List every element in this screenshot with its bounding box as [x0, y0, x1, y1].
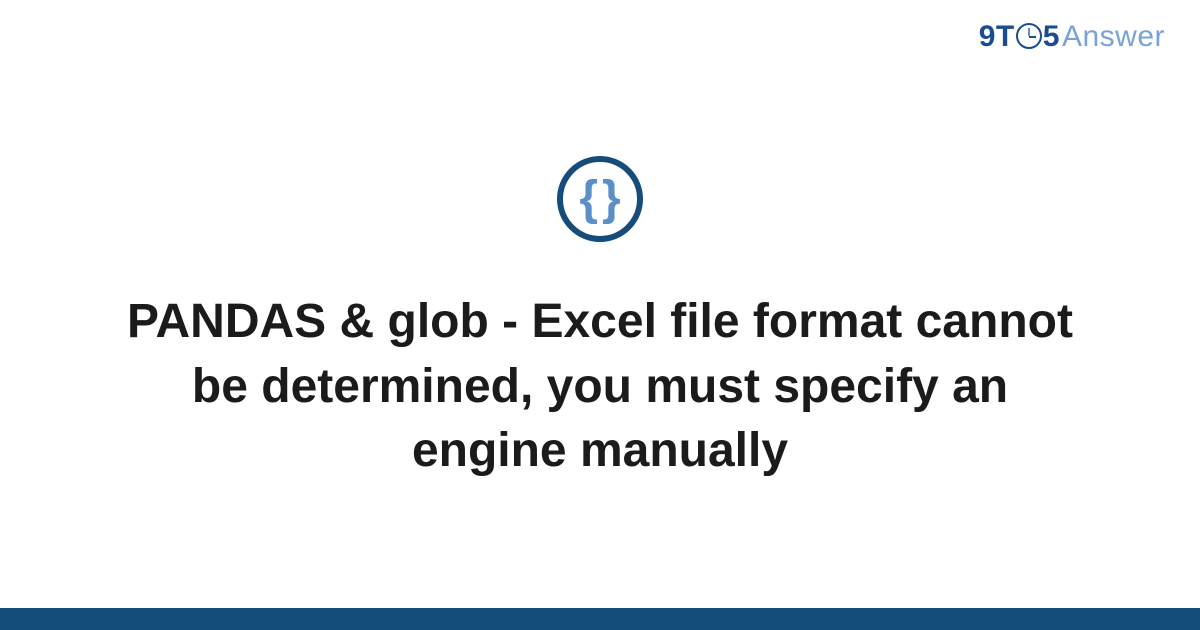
main-content: { } PANDAS & glob - Excel file format ca… [0, 0, 1200, 630]
brace-right: } [602, 175, 621, 223]
brace-left: { [579, 175, 598, 223]
category-icon-circle: { } [557, 156, 643, 242]
page-title: PANDAS & glob - Excel file format cannot… [110, 290, 1090, 484]
footer-bar [0, 608, 1200, 630]
code-braces-icon: { } [579, 175, 620, 223]
